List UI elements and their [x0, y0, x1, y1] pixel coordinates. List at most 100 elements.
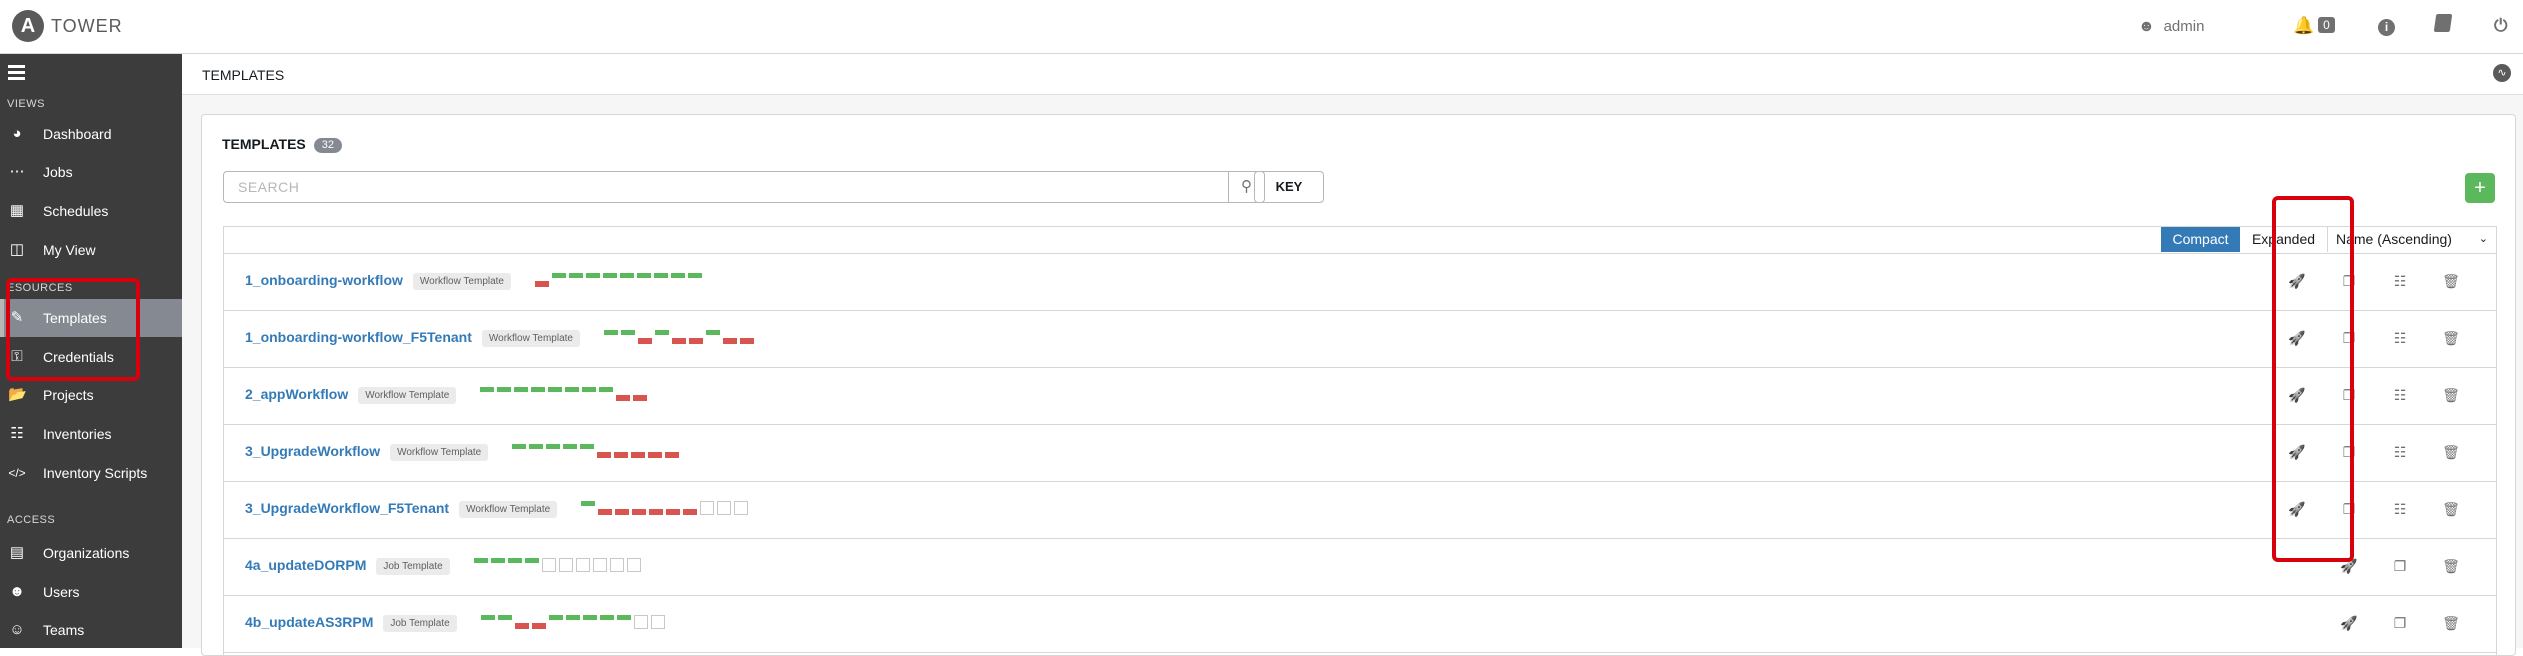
- job-status-success[interactable]: [616, 615, 631, 629]
- job-status-failed[interactable]: [722, 330, 737, 344]
- job-status-failed[interactable]: [739, 330, 754, 344]
- sidebar-item-teams[interactable]: ☺ Teams: [0, 611, 182, 649]
- job-status-failed[interactable]: [649, 501, 664, 515]
- job-status-success[interactable]: [565, 387, 580, 401]
- about-button[interactable]: i: [2378, 14, 2395, 38]
- job-status-failed[interactable]: [671, 330, 686, 344]
- job-status-failed[interactable]: [598, 501, 613, 515]
- template-name-link[interactable]: 3_UpgradeWorkflow_F5Tenant: [245, 500, 449, 516]
- job-status-success[interactable]: [599, 615, 614, 629]
- search-input[interactable]: SEARCH: [223, 171, 1229, 203]
- job-status-success[interactable]: [512, 444, 527, 458]
- job-status-failed[interactable]: [615, 501, 630, 515]
- job-status-success[interactable]: [620, 273, 634, 287]
- job-status-success[interactable]: [480, 387, 495, 401]
- job-status-failed[interactable]: [683, 501, 698, 515]
- job-status-failed[interactable]: [637, 330, 652, 344]
- job-status-success[interactable]: [529, 444, 544, 458]
- job-status-success[interactable]: [586, 273, 600, 287]
- job-status-success[interactable]: [563, 444, 578, 458]
- visualizer-icon[interactable]: ☷: [2389, 384, 2411, 406]
- job-status-success[interactable]: [552, 273, 566, 287]
- user-menu[interactable]: ☻ admin: [2138, 14, 2204, 38]
- job-status-failed[interactable]: [632, 501, 647, 515]
- template-name-link[interactable]: 2_appWorkflow: [245, 386, 348, 402]
- job-status-success[interactable]: [582, 615, 597, 629]
- job-status-success[interactable]: [671, 273, 685, 287]
- docs-button[interactable]: [2433, 14, 2453, 38]
- job-status-failed[interactable]: [514, 615, 529, 629]
- sidebar-item-my-view[interactable]: ◫ My View: [0, 231, 182, 269]
- visualizer-icon[interactable]: ☷: [2389, 270, 2411, 292]
- job-status-success[interactable]: [688, 273, 702, 287]
- job-status-failed[interactable]: [665, 444, 680, 458]
- job-status-success[interactable]: [524, 558, 539, 572]
- brand-name[interactable]: TOWER: [51, 16, 123, 37]
- job-status-success[interactable]: [514, 387, 529, 401]
- delete-icon[interactable]: 🗑: [2440, 270, 2462, 292]
- job-status-failed[interactable]: [633, 387, 648, 401]
- job-status-success[interactable]: [637, 273, 651, 287]
- notifications-button[interactable]: 🔔 0: [2293, 14, 2335, 38]
- job-status-failed[interactable]: [535, 273, 549, 287]
- visualizer-icon[interactable]: ☷: [2389, 441, 2411, 463]
- sidebar-item-jobs[interactable]: ⋯ Jobs: [0, 153, 182, 191]
- delete-icon[interactable]: 🗑: [2440, 555, 2462, 577]
- template-name-link[interactable]: 4b_updateAS3RPM: [245, 614, 373, 630]
- sidebar-item-projects[interactable]: 📂 Projects: [0, 376, 182, 414]
- sidebar-item-inventory-scripts[interactable]: </> Inventory Scripts: [0, 454, 182, 492]
- ansible-logo-icon[interactable]: A: [12, 10, 44, 42]
- job-status-success[interactable]: [603, 273, 617, 287]
- job-status-success[interactable]: [599, 387, 614, 401]
- job-status-success[interactable]: [546, 444, 561, 458]
- delete-icon[interactable]: 🗑: [2440, 441, 2462, 463]
- job-status-success[interactable]: [473, 558, 488, 572]
- job-status-success[interactable]: [480, 615, 495, 629]
- job-status-success[interactable]: [548, 387, 563, 401]
- job-status-success[interactable]: [565, 615, 580, 629]
- sidebar-item-users[interactable]: ☻ Users: [0, 573, 182, 611]
- job-status-success[interactable]: [654, 273, 668, 287]
- job-status-failed[interactable]: [531, 615, 546, 629]
- visualizer-icon[interactable]: ☷: [2389, 498, 2411, 520]
- add-button[interactable]: +: [2465, 173, 2495, 203]
- sidebar-item-schedules[interactable]: ▦ Schedules: [0, 192, 182, 230]
- template-name-link[interactable]: 1_onboarding-workflow: [245, 272, 403, 288]
- job-status-success[interactable]: [490, 558, 505, 572]
- copy-icon[interactable]: ❐: [2389, 555, 2411, 577]
- job-status-success[interactable]: [497, 387, 512, 401]
- job-status-success[interactable]: [582, 387, 597, 401]
- job-status-failed[interactable]: [614, 444, 629, 458]
- job-status-success[interactable]: [497, 615, 512, 629]
- job-status-success[interactable]: [580, 444, 595, 458]
- template-name-link[interactable]: 3_UpgradeWorkflow: [245, 443, 380, 459]
- job-status-failed[interactable]: [616, 387, 631, 401]
- job-status-success[interactable]: [581, 501, 596, 515]
- job-status-failed[interactable]: [597, 444, 612, 458]
- sidebar-item-organizations[interactable]: ▤ Organizations: [0, 534, 182, 572]
- key-button[interactable]: KEY: [1254, 171, 1324, 203]
- delete-icon[interactable]: 🗑: [2440, 327, 2462, 349]
- compact-view-button[interactable]: Compact: [2161, 227, 2240, 252]
- job-status-failed[interactable]: [648, 444, 663, 458]
- job-status-success[interactable]: [569, 273, 583, 287]
- job-status-success[interactable]: [603, 330, 618, 344]
- job-status-success[interactable]: [654, 330, 669, 344]
- job-status-failed[interactable]: [688, 330, 703, 344]
- delete-icon[interactable]: 🗑: [2440, 384, 2462, 406]
- delete-icon[interactable]: 🗑: [2440, 498, 2462, 520]
- template-name-link[interactable]: 1_onboarding-workflow_F5Tenant: [245, 329, 472, 345]
- job-status-success[interactable]: [620, 330, 635, 344]
- copy-icon[interactable]: ❐: [2389, 612, 2411, 634]
- sidebar-item-dashboard[interactable]: ◕ Dashboard: [0, 115, 182, 153]
- visualizer-icon[interactable]: ☷: [2389, 327, 2411, 349]
- job-status-success[interactable]: [531, 387, 546, 401]
- job-status-success[interactable]: [548, 615, 563, 629]
- job-status-failed[interactable]: [666, 501, 681, 515]
- logout-button[interactable]: ⏻: [2494, 14, 2507, 38]
- job-status-success[interactable]: [507, 558, 522, 572]
- launch-icon[interactable]: 🚀: [2338, 612, 2360, 634]
- sidebar-item-inventories[interactable]: ☷ Inventories: [0, 415, 182, 453]
- activity-stream-icon[interactable]: ∿: [2493, 64, 2511, 82]
- job-status-success[interactable]: [705, 330, 720, 344]
